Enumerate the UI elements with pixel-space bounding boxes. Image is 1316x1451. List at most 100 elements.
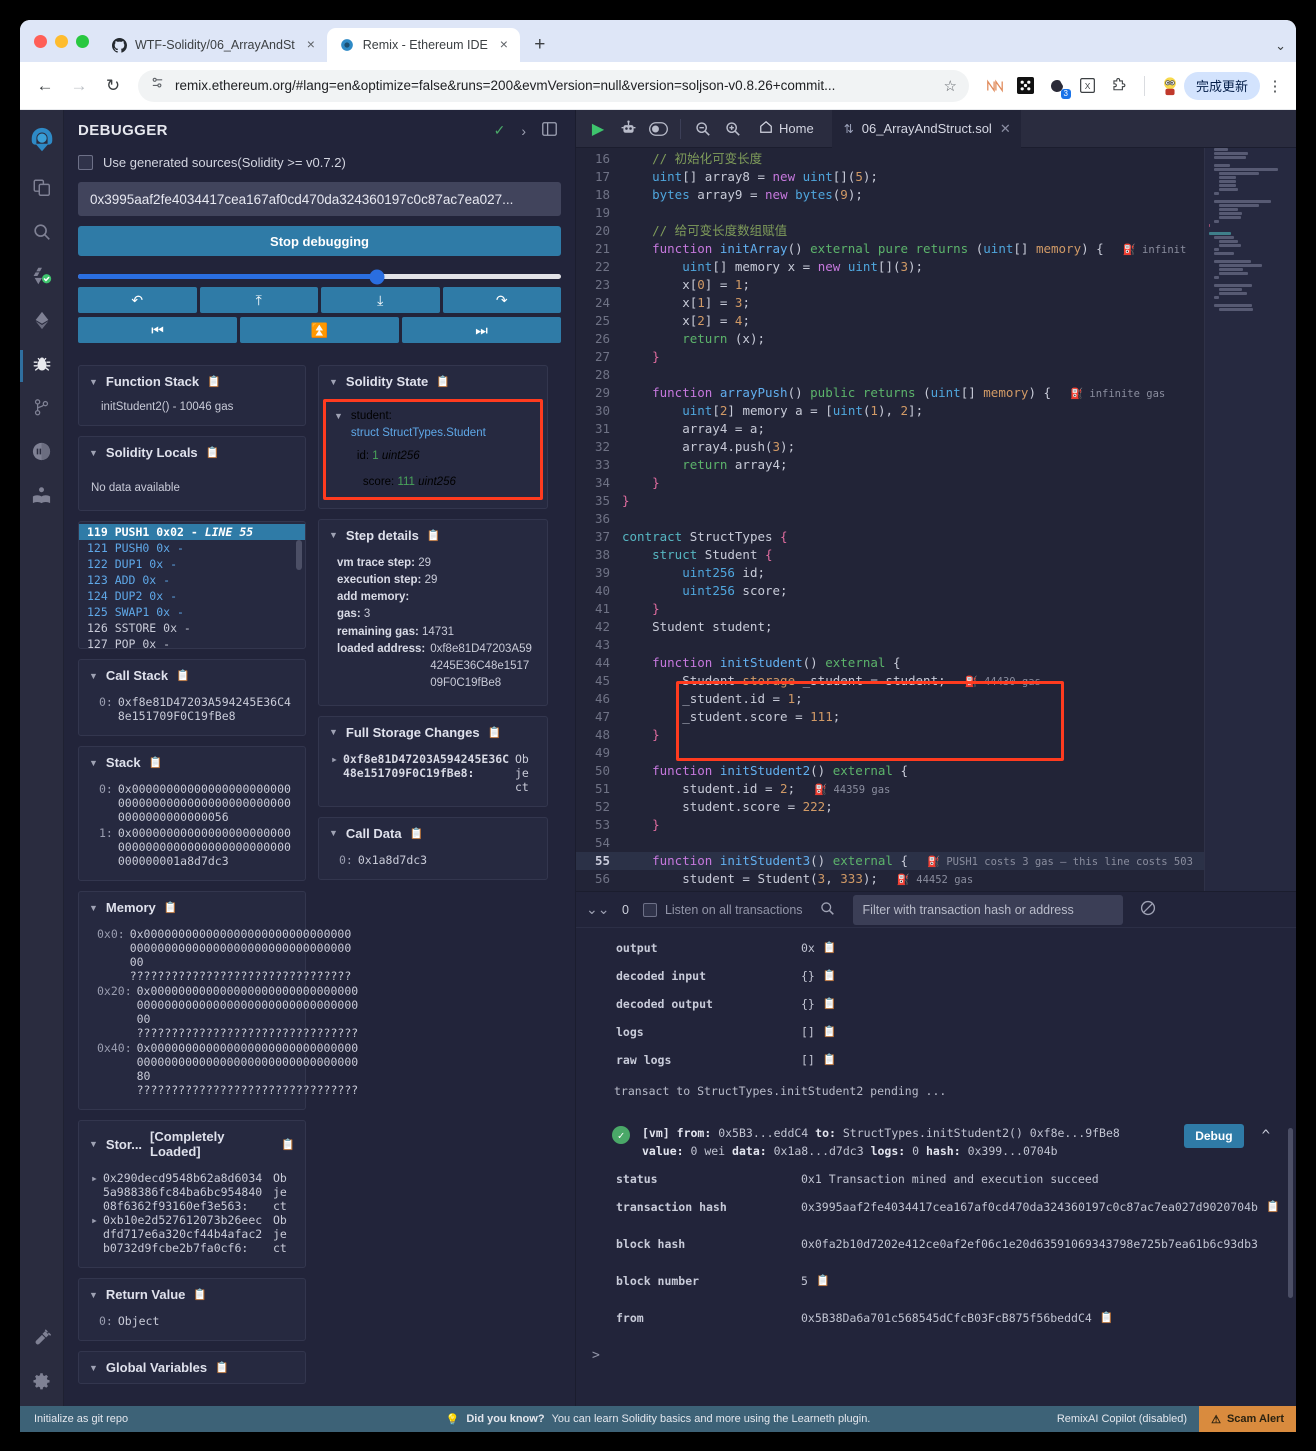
code-line[interactable]: 50 function initStudent2() external { <box>576 762 1296 780</box>
close-icon[interactable]: ✕ <box>1000 121 1011 137</box>
copy-icon[interactable]: 📋 <box>176 669 190 682</box>
step-back-icon[interactable]: ↶ <box>78 287 197 313</box>
copy-icon[interactable]: 📋 <box>823 997 837 1011</box>
jump-out-icon[interactable]: ⏫ <box>240 317 399 343</box>
chevron-up-icon[interactable]: ^ <box>1256 1124 1276 1148</box>
step-details-header[interactable]: ▼ Step details 📋 <box>319 520 547 551</box>
code-line[interactable]: 51 student.id = 2; ⛽ 44359 gas <box>576 780 1296 798</box>
copy-icon[interactable]: 📋 <box>206 446 220 459</box>
code-line[interactable]: 39 uint256 id; <box>576 564 1296 582</box>
code-line[interactable]: 18 bytes array9 = new bytes(9); <box>576 186 1296 204</box>
code-line[interactable]: 43 <box>576 636 1296 654</box>
maximize-window-button[interactable] <box>76 34 89 48</box>
list-item[interactable]: 126 SSTORE 0x - <box>79 620 305 636</box>
copy-icon[interactable]: 📋 <box>193 1288 207 1301</box>
code-line[interactable]: 37 contract StructTypes { <box>576 528 1296 546</box>
stop-debugging-button[interactable]: Stop debugging <box>78 226 561 256</box>
zoom-in-icon[interactable] <box>719 115 747 143</box>
list-item[interactable]: 121 PUSH0 0x - <box>79 540 305 556</box>
update-button[interactable]: 完成更新 <box>1183 71 1260 100</box>
generated-sources-checkbox[interactable] <box>78 155 93 170</box>
sidebar-item-learneth[interactable] <box>20 476 64 520</box>
stack-header[interactable]: ▼ Stack 📋 <box>79 747 305 778</box>
code-line[interactable]: 20 // 给可变长度数组赋值 <box>576 222 1296 240</box>
step-forward-icon[interactable]: ↷ <box>442 287 561 313</box>
code-line[interactable]: 28 <box>576 366 1296 384</box>
code-line[interactable]: 55 function initStudent3() external { ⛽ … <box>576 852 1296 870</box>
toggle-icon[interactable] <box>644 115 672 143</box>
close-window-button[interactable] <box>34 34 47 48</box>
code-line[interactable]: 23 x[0] = 1; <box>576 276 1296 294</box>
sidebar-item-debugger[interactable] <box>20 344 64 388</box>
wallet-extension-icon[interactable]: 3 <box>1047 76 1071 99</box>
code-line[interactable]: 32 array4.push(3); <box>576 438 1296 456</box>
solidity-locals-header[interactable]: ▼ Solidity Locals 📋 <box>79 437 305 468</box>
scam-alert-button[interactable]: ⚠ Scam Alert <box>1199 1406 1296 1432</box>
search-icon[interactable] <box>817 901 839 919</box>
close-icon[interactable]: × <box>303 37 319 53</box>
expand-triangle-icon[interactable]: ▸ <box>91 1213 98 1227</box>
debug-button[interactable]: Debug <box>1184 1124 1244 1148</box>
code-line[interactable]: 38 struct Student { <box>576 546 1296 564</box>
code-line[interactable]: 31 array4 = a; <box>576 420 1296 438</box>
memory-header[interactable]: ▼ Memory 📋 <box>79 892 305 923</box>
listen-all-transactions-row[interactable]: Listen on all transactions <box>642 902 803 917</box>
code-line[interactable]: 30 uint[2] memory a = [uint(1), 2]; <box>576 402 1296 420</box>
remix-ai-icon[interactable] <box>614 115 642 143</box>
grid-extension-icon[interactable] <box>1016 76 1036 96</box>
notion-extension-icon[interactable] <box>985 76 1005 96</box>
copy-icon[interactable]: 📋 <box>427 529 441 542</box>
step-slider[interactable] <box>78 269 561 284</box>
copy-icon[interactable]: 📋 <box>816 1274 830 1288</box>
code-line[interactable]: 36 <box>576 510 1296 528</box>
browser-tab-remix[interactable]: Remix - Ethereum IDE × <box>326 28 520 62</box>
code-line[interactable]: 34 } <box>576 474 1296 492</box>
bookmark-star-icon[interactable]: ☆ <box>944 77 957 95</box>
remix-logo-icon[interactable] <box>20 118 64 162</box>
code-lines[interactable]: 16 // 初始化可变长度 17 uint[] array8 = new uint… <box>576 148 1296 891</box>
code-line[interactable]: 42 Student student; <box>576 618 1296 636</box>
zoom-out-icon[interactable] <box>689 115 717 143</box>
step-over-icon[interactable]: ⤓ <box>321 287 440 313</box>
terminal-body[interactable]: output 0x 📋 decoded input {} 📋 decoded outpu… <box>576 928 1296 1406</box>
code-line[interactable]: 40 uint256 score; <box>576 582 1296 600</box>
list-item[interactable]: 122 DUP1 0x - <box>79 556 305 572</box>
address-bar[interactable]: remix.ethereum.org/#lang=en&optimize=fal… <box>138 69 969 102</box>
code-line[interactable]: 33 return array4; <box>576 456 1296 474</box>
code-line[interactable]: 52 student.score = 222; <box>576 798 1296 816</box>
code-minimap[interactable] <box>1204 148 1296 891</box>
sidebar-item-search[interactable] <box>20 212 64 256</box>
reload-button[interactable]: ↻ <box>98 71 128 101</box>
code-line[interactable]: 25 x[2] = 4; <box>576 312 1296 330</box>
solidity-state-header[interactable]: ▼ Solidity State 📋 <box>319 366 547 397</box>
tab-06-arrayandstruct-sol[interactable]: ⇅ 06_ArrayAndStruct.sol ✕ <box>831 109 1021 148</box>
expand-triangle-icon[interactable]: ▸ <box>331 752 338 766</box>
code-line[interactable]: 35} <box>576 492 1296 510</box>
copy-icon[interactable]: 📋 <box>1266 1200 1280 1214</box>
code-line[interactable]: 19 <box>576 204 1296 222</box>
sidebar-item-settings[interactable] <box>20 1362 64 1406</box>
code-line[interactable]: 22 uint[] memory x = new uint[](3); <box>576 258 1296 276</box>
code-line[interactable]: 47 _student.score = 111; <box>576 708 1296 726</box>
x-extension-icon[interactable]: X <box>1078 76 1098 96</box>
avatar[interactable] <box>1160 76 1180 96</box>
home-tab[interactable]: Home <box>749 120 824 137</box>
copy-icon[interactable]: 📋 <box>149 756 163 769</box>
function-stack-header[interactable]: ▼ Function Stack 📋 <box>79 366 305 397</box>
copy-icon[interactable]: 📋 <box>823 941 837 955</box>
code-line[interactable]: 16 // 初始化可变长度 <box>576 150 1296 168</box>
list-item[interactable]: 123 ADD 0x - <box>79 572 305 588</box>
code-line[interactable]: 26 return (x); <box>576 330 1296 348</box>
code-line[interactable]: 24 x[1] = 3; <box>576 294 1296 312</box>
sidebar-item-git[interactable] <box>20 388 64 432</box>
transaction-header[interactable]: ✓ [vm] from: 0x5B3...eddC4 to: StructTyp… <box>604 1118 1286 1165</box>
sidebar-item-deploy-run[interactable] <box>20 300 64 344</box>
panel-layout-icon[interactable] <box>538 122 561 139</box>
copy-icon[interactable]: 📋 <box>823 969 837 983</box>
jump-next-breakpoint-icon[interactable]: ⏭ <box>402 317 561 343</box>
code-line[interactable]: 48 } <box>576 726 1296 744</box>
copy-icon[interactable]: 📋 <box>164 901 178 914</box>
list-item[interactable]: 124 DUP2 0x - <box>79 588 305 604</box>
minimize-window-button[interactable] <box>55 34 68 48</box>
extensions-puzzle-icon[interactable] <box>1109 76 1129 96</box>
